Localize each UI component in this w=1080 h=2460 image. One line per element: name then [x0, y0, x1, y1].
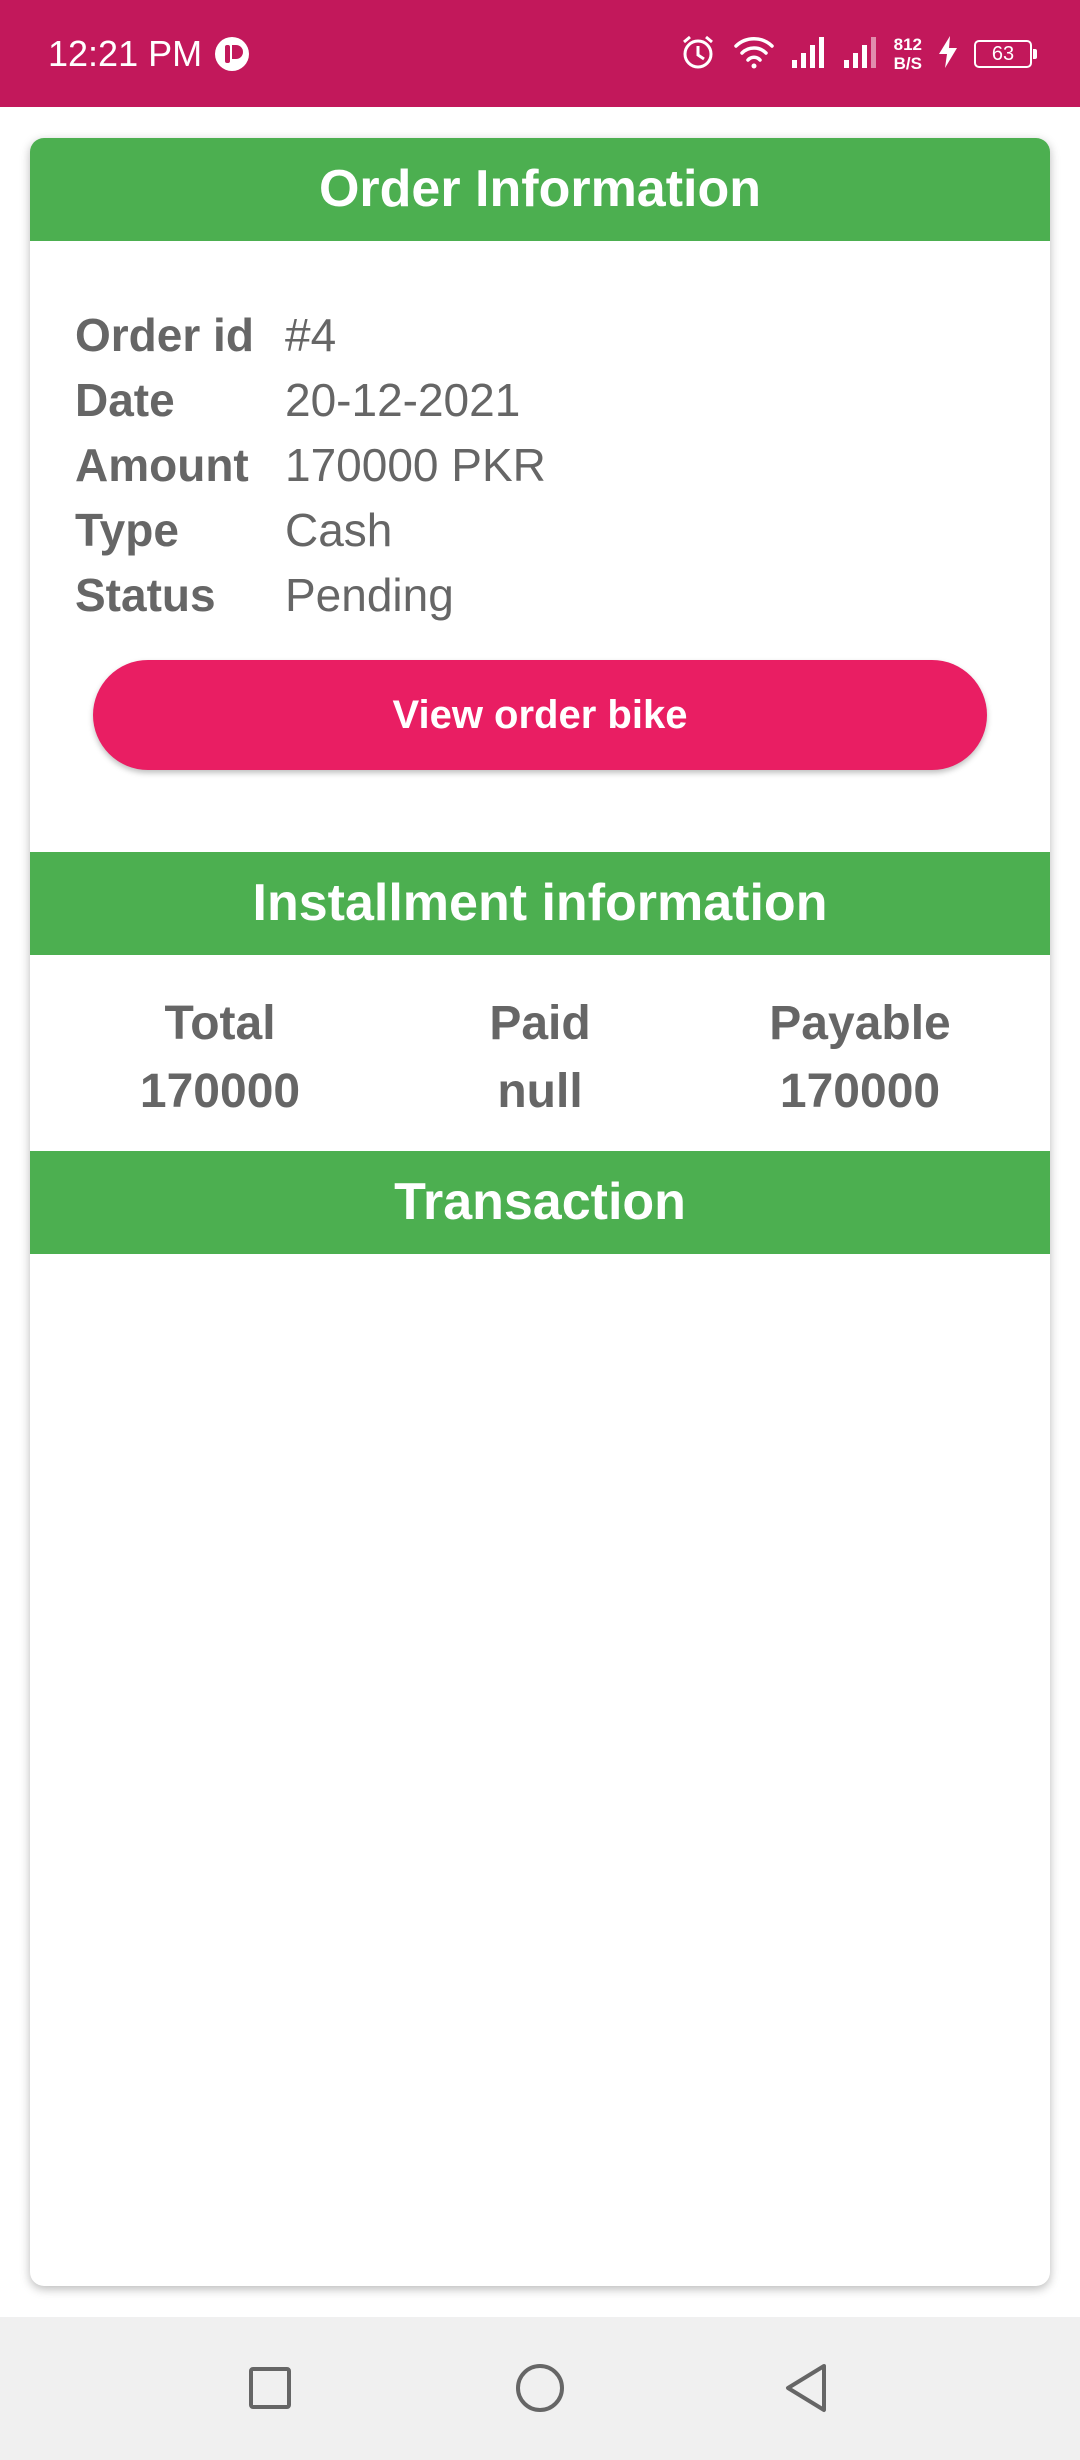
installment-paid-value: null — [497, 1065, 583, 1118]
system-navigation-bar — [0, 2317, 1080, 2460]
app-notification-icon — [214, 36, 250, 72]
info-value: 20-12-2021 — [285, 374, 521, 426]
installment-payable: Payable 170000 — [700, 990, 1020, 1126]
installment-paid-label: Paid — [489, 997, 591, 1050]
info-value: 170000 PKR — [285, 439, 546, 491]
recents-square-icon[interactable] — [237, 2355, 303, 2421]
installment-total-label: Total — [164, 997, 276, 1050]
installment-total-value: 170000 — [139, 1065, 301, 1118]
signal-icon — [842, 34, 880, 75]
order-details-screen: Order Information Order id #4 Date 20-12… — [0, 107, 1080, 2317]
status-time: 12:21 PM — [48, 33, 203, 74]
wifi-icon — [732, 32, 776, 77]
transaction-list — [30, 1254, 1050, 2286]
signal-icon — [790, 34, 828, 75]
info-label: Date — [75, 374, 175, 426]
installment-payable-label: Payable — [769, 997, 951, 1050]
order-information-header: Order Information — [30, 138, 1050, 241]
transaction-header: Transaction — [30, 1151, 1050, 1254]
info-label: Status — [75, 569, 216, 621]
info-value: #4 — [285, 309, 337, 361]
home-circle-icon[interactable] — [507, 2355, 573, 2421]
info-label: Order id — [75, 309, 254, 361]
installment-paid: Paid null — [380, 990, 700, 1126]
view-order-bike-button[interactable]: View order bike — [93, 660, 987, 770]
network-speed: 812 B/S — [894, 35, 922, 73]
info-label: Amount — [75, 439, 249, 491]
info-label: Type — [75, 504, 179, 556]
network-speed-value: 812 — [893, 35, 922, 54]
battery-icon: 63 — [974, 40, 1037, 68]
network-speed-unit: B/S — [893, 54, 922, 73]
info-value: Cash — [285, 504, 393, 556]
status-bar: 12:21 PM 812 B/S 63 — [0, 0, 1080, 107]
installment-total: Total 170000 — [60, 990, 380, 1126]
status-icons: 812 B/S 63 — [678, 26, 1037, 82]
info-value: Pending — [285, 569, 454, 621]
installment-information-header: Installment information — [30, 852, 1050, 955]
alarm-icon — [678, 32, 718, 77]
back-triangle-icon[interactable] — [774, 2355, 840, 2421]
charging-icon — [936, 34, 960, 75]
order-card: Order Information Order id #4 Date 20-12… — [30, 138, 1050, 2286]
installment-payable-value: 170000 — [779, 1065, 941, 1118]
